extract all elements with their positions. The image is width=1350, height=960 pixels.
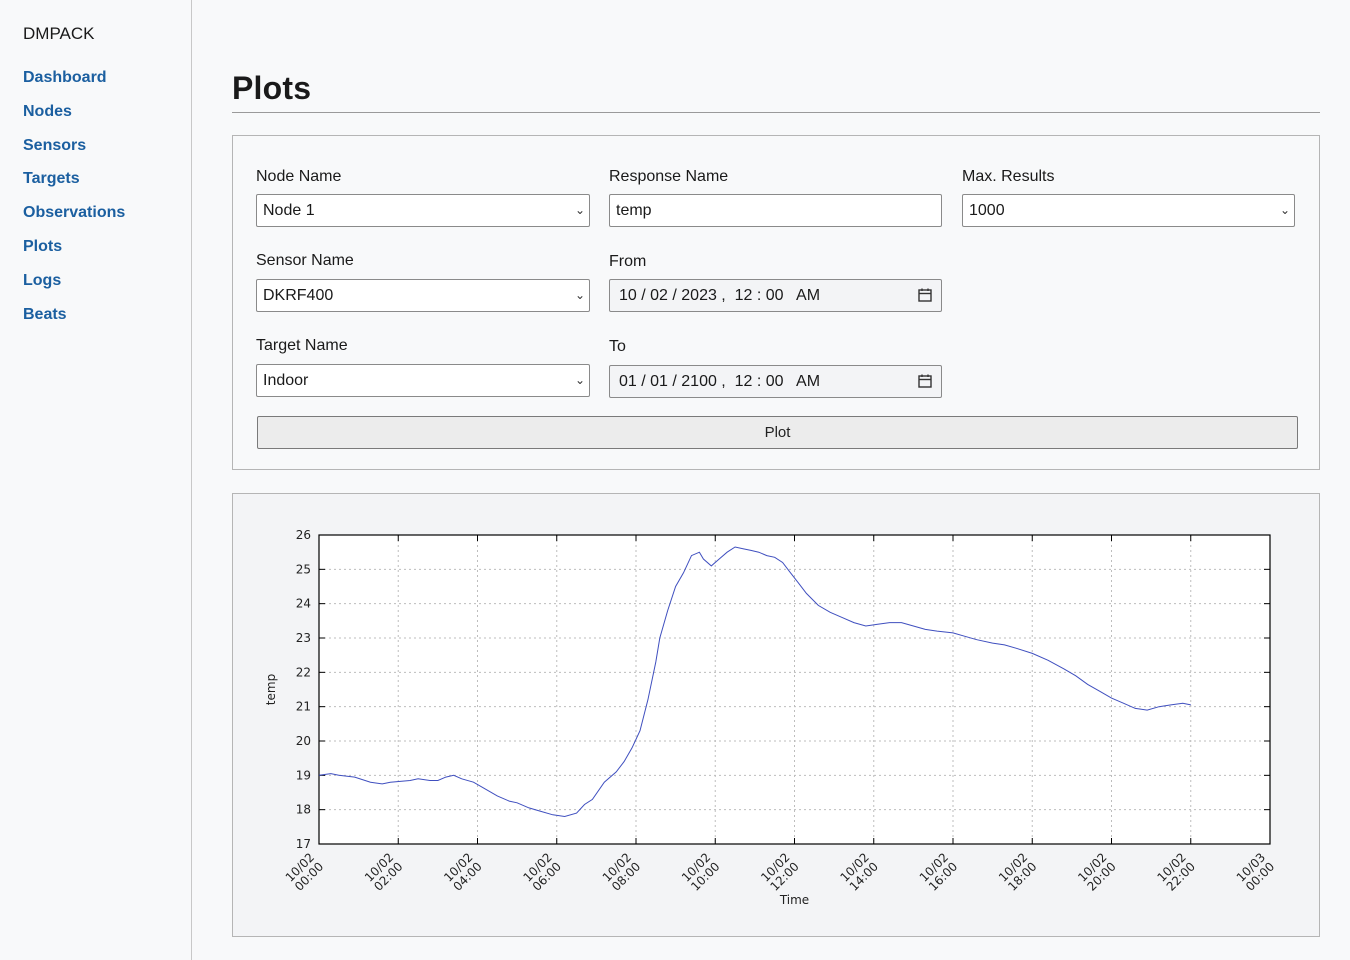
x-tick-label: 10/0218:00: [996, 850, 1040, 894]
x-axis-label: Time: [779, 893, 809, 907]
sidebar-item-targets[interactable]: Targets: [23, 168, 125, 202]
y-tick-label: 21: [296, 700, 311, 714]
x-tick-label: 10/0210:00: [679, 850, 723, 894]
sidebar: DMPACK Dashboard Nodes Sensors Targets O…: [0, 0, 192, 960]
sidebar-item-dashboard[interactable]: Dashboard: [23, 67, 125, 101]
x-tick-label: 10/0202:00: [362, 850, 406, 894]
response-name-label: Response Name: [609, 168, 729, 185]
y-tick-label: 22: [296, 665, 311, 679]
y-tick-label: 19: [296, 768, 311, 782]
calendar-icon[interactable]: [918, 288, 932, 302]
to-datetime-input[interactable]: 01 / 01 / 2100 , 12 : 00 AM: [609, 365, 942, 398]
x-tick-label: 10/0300:00: [1234, 850, 1278, 894]
y-tick-label: 23: [296, 631, 311, 645]
from-label: From: [609, 253, 647, 270]
sidebar-item-logs[interactable]: Logs: [23, 270, 125, 304]
max-results-value: 1000: [969, 202, 1005, 219]
node-name-label: Node Name: [256, 168, 342, 185]
x-tick-label: 10/0220:00: [1075, 850, 1119, 894]
response-name-input[interactable]: temp: [609, 194, 942, 227]
chevron-down-icon: ⌄: [574, 373, 585, 387]
brand-title: DMPACK: [23, 24, 95, 43]
x-tick-label: 10/0214:00: [838, 850, 882, 894]
sidebar-item-sensors[interactable]: Sensors: [23, 135, 125, 169]
page-title: Plots: [232, 70, 312, 106]
plot-container: 17 18 19 20 21 22 23 24 25 26 10/02 00:00 10/02 02:0…: [232, 493, 1320, 937]
chart-grid: [318, 534, 1271, 845]
response-name-value: temp: [616, 202, 652, 219]
x-tick-label: 10/0200:00: [283, 850, 327, 894]
x-tick-label: 10/0216:00: [917, 850, 961, 894]
to-datetime-value: 01 / 01 / 2100 , 12 : 00 AM: [619, 373, 821, 390]
target-name-label: Target Name: [256, 337, 348, 354]
sidebar-item-beats[interactable]: Beats: [23, 304, 125, 338]
sidebar-item-observations[interactable]: Observations: [23, 202, 125, 236]
from-datetime-value: 10 / 02 / 2023 , 12 : 00 AM: [619, 287, 821, 304]
x-tick-label: 10/0222:00: [1155, 850, 1199, 894]
x-tick-label: 10/0204:00: [441, 850, 485, 894]
to-label: To: [609, 338, 626, 355]
sensor-name-label: Sensor Name: [256, 252, 354, 269]
target-name-select[interactable]: Indoor ⌄: [256, 364, 590, 397]
max-results-select[interactable]: 1000 ⌄: [962, 194, 1295, 227]
node-name-value: Node 1: [263, 202, 315, 219]
sidebar-nav: Dashboard Nodes Sensors Targets Observat…: [23, 67, 125, 337]
x-tick-label: 10/0208:00: [600, 850, 644, 894]
chevron-down-icon: ⌄: [574, 203, 585, 217]
x-tick-label: 10/0206:00: [521, 850, 565, 894]
y-tick-label: 17: [296, 837, 311, 851]
y-tick-label: 24: [296, 597, 311, 611]
sidebar-item-nodes[interactable]: Nodes: [23, 101, 125, 135]
calendar-icon[interactable]: [918, 374, 932, 388]
plot-button[interactable]: Plot: [257, 416, 1298, 449]
y-tick-label: 18: [296, 803, 311, 817]
plot-form: Node Name Node 1 ⌄ Response Name temp Ma…: [232, 135, 1320, 470]
node-name-select[interactable]: Node 1 ⌄: [256, 194, 590, 227]
y-tick-label: 26: [296, 528, 311, 542]
y-tick-label: 25: [296, 562, 311, 576]
target-name-value: Indoor: [263, 372, 309, 389]
x-tick-label: 10/0212:00: [758, 850, 802, 894]
max-results-label: Max. Results: [962, 168, 1055, 185]
sensor-name-value: DKRF400: [263, 287, 334, 304]
from-datetime-input[interactable]: 10 / 02 / 2023 , 12 : 00 AM: [609, 279, 942, 312]
y-tick-label: 20: [296, 734, 311, 748]
y-axis-label: temp: [264, 674, 278, 705]
temperature-line-chart: 17 18 19 20 21 22 23 24 25 26 10/0200:00 10/0202:0…: [264, 528, 1278, 907]
sidebar-item-plots[interactable]: Plots: [23, 236, 125, 270]
chevron-down-icon: ⌄: [574, 288, 585, 302]
sensor-name-select[interactable]: DKRF400 ⌄: [256, 279, 590, 312]
chevron-down-icon: ⌄: [1279, 203, 1290, 217]
title-divider: [232, 112, 1320, 113]
